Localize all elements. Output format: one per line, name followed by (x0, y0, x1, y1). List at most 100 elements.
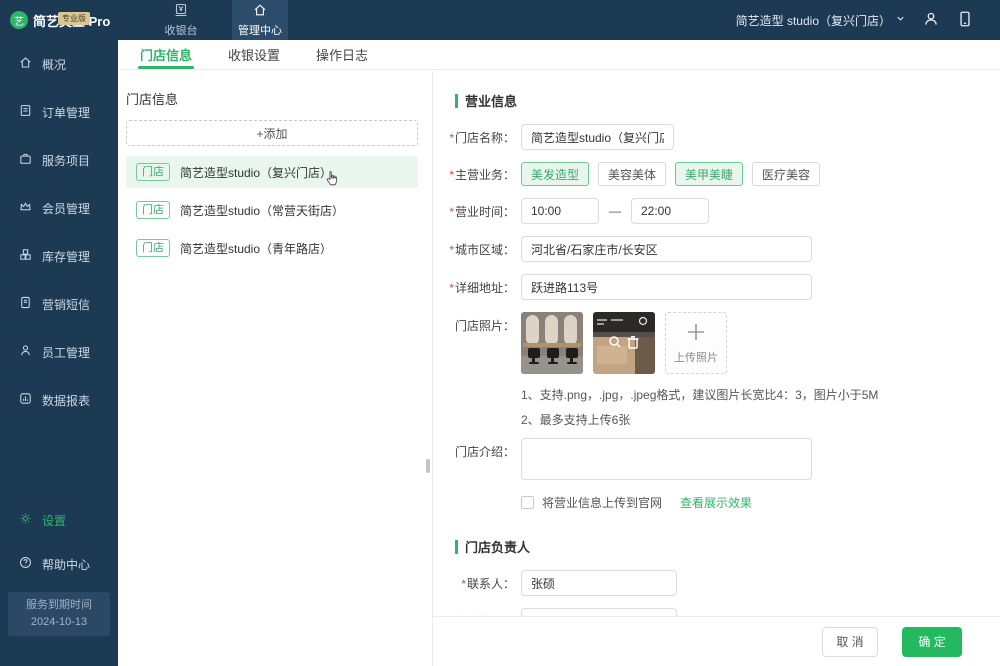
home-icon (18, 55, 33, 73)
confirm-button[interactable]: 确 定 (902, 627, 962, 657)
sms-icon (18, 295, 33, 313)
service-bag-icon (18, 151, 33, 169)
sidebar-item-settings[interactable]: 设置 (0, 496, 118, 544)
close-time-input[interactable] (631, 198, 709, 224)
sidebar-item-staff[interactable]: 员工管理 (0, 328, 118, 376)
field-label: 联系人： (467, 577, 515, 591)
chevron-down-icon (895, 13, 906, 27)
store-phone-input[interactable] (521, 608, 677, 616)
add-store-button[interactable]: +添加 (126, 120, 418, 146)
tab-store-info[interactable]: 门店信息 (136, 40, 196, 69)
help-icon (18, 555, 33, 573)
sidebar-item-label: 员工管理 (42, 344, 90, 361)
sidebar-item-label: 帮助中心 (42, 556, 90, 573)
form-scroll-area: 营业信息 *门店名称： *主营业务： 美发造型 美容美体 美甲美睫 医疗美容 *… (433, 71, 1000, 616)
field-city-region: *城市区域： (447, 236, 1000, 262)
main-area: 门店信息 收银设置 操作日志 门店信息 +添加 门店 简艺造型studio（复兴… (118, 40, 1000, 666)
order-icon (18, 103, 33, 121)
store-tag: 门店 (136, 201, 170, 219)
tab-bar: 门店信息 收银设置 操作日志 (118, 40, 1000, 70)
open-time-input[interactable] (521, 198, 599, 224)
store-list-item[interactable]: 门店 简艺造型studio（青年路店） (126, 232, 418, 264)
upload-photo-label: 上传照片 (674, 349, 718, 365)
sidebar-item-sms[interactable]: 营销短信 (0, 280, 118, 328)
field-label: 详细地址： (455, 281, 515, 295)
sidebar-item-members[interactable]: 会员管理 (0, 184, 118, 232)
required-mark: * (449, 205, 454, 219)
required-mark: * (449, 168, 454, 182)
store-form: 营业信息 *门店名称： *主营业务： 美发造型 美容美体 美甲美睫 医疗美容 *… (433, 71, 1000, 666)
mobile-device-icon[interactable] (956, 10, 974, 31)
section-business-info: 营业信息 (455, 91, 1000, 110)
biz-tag-medical[interactable]: 医疗美容 (752, 162, 820, 186)
field-label: 城市区域： (455, 243, 515, 257)
biz-tag-hair[interactable]: 美发造型 (521, 162, 589, 186)
sidebar-item-services[interactable]: 服务项目 (0, 136, 118, 184)
store-list-item[interactable]: 门店 简艺造型studio（常营天街店） (126, 194, 418, 226)
city-region-input[interactable] (521, 236, 812, 262)
field-label: 营业时间： (455, 205, 515, 219)
content: 门店信息 +添加 门店 简艺造型studio（复兴门店） 门店 简艺造型stud… (118, 71, 1000, 666)
field-address: *详细地址： (447, 274, 1000, 300)
required-mark: * (449, 243, 454, 257)
store-intro-textarea[interactable] (521, 438, 812, 480)
scrollbar-thumb[interactable] (426, 459, 430, 473)
sidebar-item-label: 服务项目 (42, 152, 90, 169)
biz-tag-nails[interactable]: 美甲美睫 (675, 162, 743, 186)
required-mark: * (449, 131, 454, 145)
management-home-icon (252, 2, 268, 21)
sidebar-item-help[interactable]: 帮助中心 (0, 544, 118, 584)
photo-hint-1: 1、支持.png，.jpg，.jpeg格式，建议图片长宽比4：3，图片小于5M (521, 386, 1000, 403)
store-list-item[interactable]: 门店 简艺造型studio（复兴门店） (126, 156, 418, 188)
sidebar: 概况 订单管理 服务项目 会员管理 库存管理 营销短信 员工管理 数据报表 设置… (0, 40, 118, 666)
tab-cashier-settings[interactable]: 收银设置 (224, 40, 284, 69)
service-expiry-label: 服务到期时间 (10, 597, 108, 614)
sidebar-item-inventory[interactable]: 库存管理 (0, 232, 118, 280)
field-store-intro: 门店介绍： (447, 438, 1000, 480)
gear-icon (18, 511, 33, 529)
tab-operation-log[interactable]: 操作日志 (312, 40, 372, 69)
sidebar-item-label: 库存管理 (42, 248, 90, 265)
app-logo: 艺 简艺美业 Pro 专业版 (0, 11, 118, 30)
brand-icon: 艺 (10, 11, 28, 29)
nav-management[interactable]: 管理中心 (232, 0, 288, 40)
service-expiry-box: 服务到期时间 2024-10-13 (8, 592, 110, 636)
section-title: 营业信息 (465, 91, 517, 110)
required-mark: * (449, 281, 454, 295)
field-label: 门店名称： (455, 131, 515, 145)
contact-input[interactable] (521, 570, 677, 596)
section-accent-bar (455, 94, 458, 108)
sidebar-item-label: 营销短信 (42, 296, 90, 313)
sidebar-item-reports[interactable]: 数据报表 (0, 376, 118, 424)
field-label: 主营业务： (455, 168, 515, 182)
store-list-panel: 门店信息 +添加 门店 简艺造型studio（复兴门店） 门店 简艺造型stud… (118, 71, 433, 666)
sidebar-item-orders[interactable]: 订单管理 (0, 88, 118, 136)
sidebar-item-overview[interactable]: 概况 (0, 40, 118, 88)
upload-photo-button[interactable]: 上传照片 (665, 312, 727, 374)
store-name: 简艺造型studio（青年路店） (180, 240, 332, 257)
field-label: 门店介绍： (455, 445, 515, 459)
store-name: 简艺造型studio（复兴门店） (180, 164, 332, 181)
field-business-scope: *主营业务： 美发造型 美容美体 美甲美睫 医疗美容 (447, 162, 1000, 186)
sidebar-item-label: 订单管理 (42, 104, 90, 121)
plus-icon (685, 321, 707, 346)
cancel-button[interactable]: 取 消 (822, 627, 878, 657)
store-switcher[interactable]: 简艺造型 studio（复兴门店） (736, 12, 906, 29)
store-photo-storefront[interactable] (593, 312, 655, 374)
account-icon[interactable] (922, 10, 940, 31)
field-store-photos: 门店照片： (447, 312, 1000, 374)
address-input[interactable] (521, 274, 812, 300)
section-accent-bar (455, 540, 458, 554)
nav-cashier[interactable]: 收银台 (153, 0, 209, 40)
store-tag: 门店 (136, 239, 170, 257)
store-switcher-label: 简艺造型 studio（复兴门店） (736, 12, 891, 29)
publish-official-checkbox[interactable] (521, 496, 534, 509)
preview-effect-link[interactable]: 查看展示效果 (680, 494, 752, 511)
store-name-input[interactable] (521, 124, 674, 150)
store-photo-interior[interactable] (521, 312, 583, 374)
crown-icon (18, 199, 33, 217)
cash-register-icon (173, 2, 189, 21)
store-tag: 门店 (136, 163, 170, 181)
biz-tag-beauty[interactable]: 美容美体 (598, 162, 666, 186)
field-label: 门店照片： (455, 319, 515, 333)
